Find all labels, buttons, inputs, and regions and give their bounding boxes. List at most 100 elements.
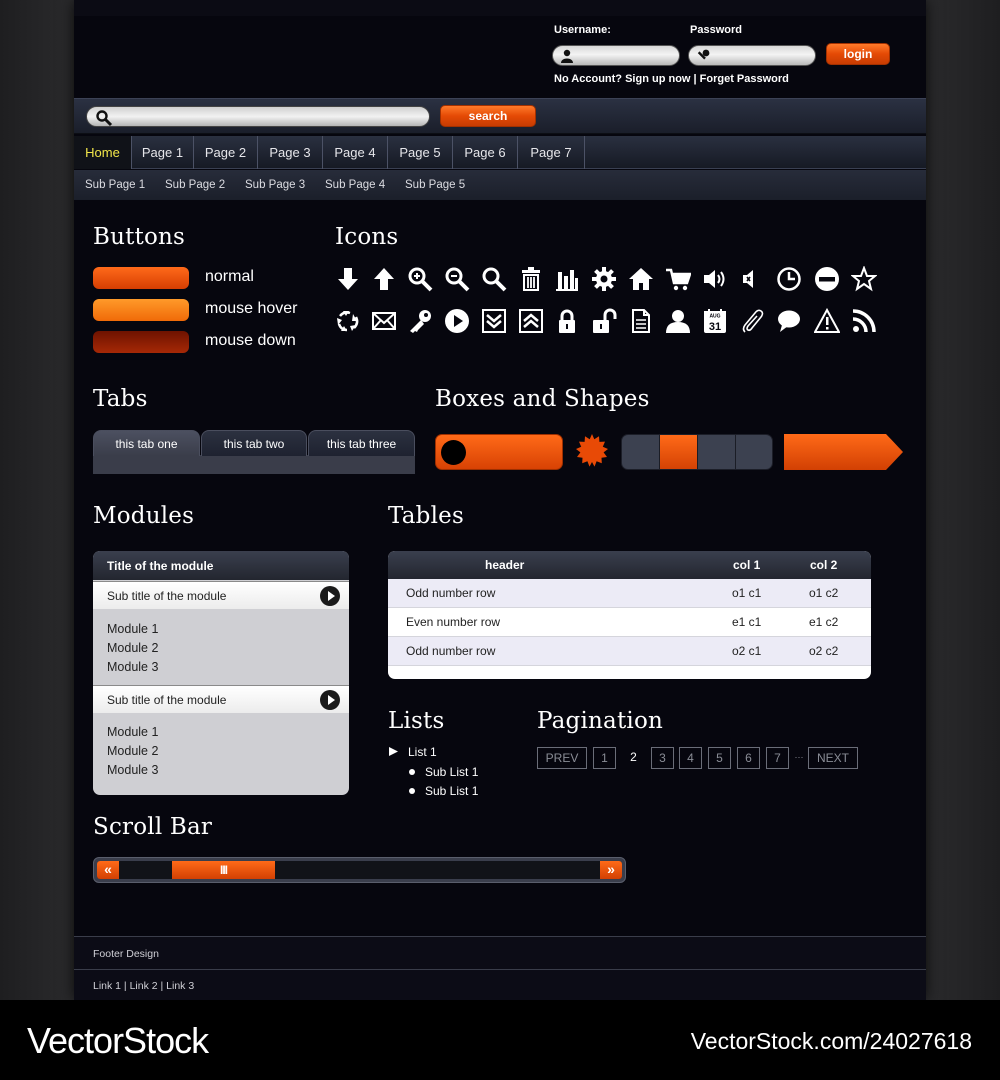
nav-item-page-4[interactable]: Page 4 — [323, 136, 388, 169]
arrow-down-icon[interactable] — [335, 266, 361, 292]
module-item[interactable]: Module 1 — [107, 622, 158, 636]
password-field[interactable] — [688, 45, 816, 66]
zoom-in-icon[interactable] — [407, 266, 433, 292]
volume-icon[interactable] — [702, 266, 728, 292]
module-item[interactable]: Module 1 — [107, 725, 158, 739]
nav-item-page-1[interactable]: Page 1 — [132, 136, 194, 169]
page: Username: Password login No Account? Sig… — [74, 0, 926, 1000]
module-subtitle[interactable]: Sub title of the module — [93, 581, 349, 609]
play-icon[interactable] — [444, 308, 470, 334]
table-row: Even number row e1 c1 e1 c2 — [388, 608, 871, 637]
table-cell: o2 c2 — [809, 644, 839, 658]
user-icon[interactable] — [665, 308, 691, 334]
subnav-item-5[interactable]: Sub Page 5 — [405, 170, 465, 200]
module-item[interactable]: Module 3 — [107, 763, 158, 777]
table-cell: e1 c1 — [732, 615, 762, 629]
subnav-item-3[interactable]: Sub Page 3 — [245, 170, 305, 200]
button-down-sample[interactable] — [93, 331, 189, 353]
nav-item-page-2[interactable]: Page 2 — [194, 136, 258, 169]
lock-icon[interactable] — [554, 308, 580, 334]
key-icon[interactable] — [407, 308, 433, 334]
module-item[interactable]: Module 3 — [107, 660, 158, 674]
subnav-item-2[interactable]: Sub Page 2 — [165, 170, 225, 200]
double-up-icon[interactable] — [518, 308, 544, 334]
key-icon — [697, 49, 710, 60]
scrollbar[interactable]: « III » — [93, 857, 626, 883]
search-bar: search — [74, 98, 926, 134]
sub-list-item[interactable]: Sub List 1 — [425, 765, 478, 779]
page-link-3[interactable]: 3 — [651, 747, 674, 769]
bar-chart-icon[interactable] — [554, 266, 580, 292]
scroll-right-icon[interactable]: » — [600, 861, 622, 879]
orange-pill-shape — [435, 434, 563, 470]
module-subtitle[interactable]: Sub title of the module — [93, 685, 349, 713]
page-link-6[interactable]: 6 — [737, 747, 760, 769]
nav-item-page-5[interactable]: Page 5 — [388, 136, 453, 169]
footer-divider — [74, 969, 926, 970]
tab-three[interactable]: this tab three — [308, 430, 415, 456]
shapes-heading: Boxes and Shapes — [435, 386, 650, 412]
mute-icon[interactable] — [739, 266, 765, 292]
arrow-up-icon[interactable] — [371, 266, 397, 292]
module-item[interactable]: Module 2 — [107, 744, 158, 758]
search-icon[interactable] — [481, 266, 507, 292]
button-normal-sample[interactable] — [93, 267, 189, 289]
page-link-1[interactable]: 1 — [593, 747, 616, 769]
module-item[interactable]: Module 2 — [107, 641, 158, 655]
subnav-item-4[interactable]: Sub Page 4 — [325, 170, 385, 200]
table-cell: o1 c2 — [809, 586, 839, 600]
module-box: Title of the module Sub title of the mod… — [93, 551, 349, 795]
nav-item-page-6[interactable]: Page 6 — [453, 136, 518, 169]
star-icon[interactable] — [851, 266, 877, 292]
unlock-icon[interactable] — [591, 308, 617, 334]
double-down-icon[interactable] — [481, 308, 507, 334]
list-item[interactable]: List 1 — [408, 745, 437, 759]
next-button[interactable]: NEXT — [808, 747, 858, 769]
warning-icon[interactable] — [814, 308, 840, 334]
nav-item-page-3[interactable]: Page 3 — [258, 136, 323, 169]
chat-icon[interactable] — [776, 308, 802, 334]
scroll-left-icon[interactable]: « — [97, 861, 119, 879]
tab-one[interactable]: this tab one — [93, 430, 200, 456]
mail-icon[interactable] — [371, 308, 397, 334]
clock-icon[interactable] — [776, 266, 802, 292]
nav-item-home[interactable]: Home — [74, 136, 132, 169]
home-icon[interactable] — [628, 266, 654, 292]
footer-links[interactable]: Link 1 | Link 2 | Link 3 — [93, 980, 194, 992]
calendar-day: 31 — [709, 321, 721, 333]
search-button[interactable]: search — [440, 105, 536, 127]
trash-icon[interactable] — [518, 266, 544, 292]
zoom-out-icon[interactable] — [444, 266, 470, 292]
rss-icon[interactable] — [851, 308, 877, 334]
sub-list-item[interactable]: Sub List 1 — [425, 784, 478, 798]
login-button[interactable]: login — [826, 43, 890, 65]
paperclip-icon[interactable] — [739, 308, 765, 334]
tab-two[interactable]: this tab two — [201, 430, 307, 456]
subnav-item-1[interactable]: Sub Page 1 — [85, 170, 145, 200]
username-label: Username: — [554, 24, 611, 36]
table-row: Odd number row o1 c1 o1 c2 — [388, 579, 871, 608]
button-hover-sample[interactable] — [93, 299, 189, 321]
cart-icon[interactable] — [665, 266, 691, 292]
page-link-7[interactable]: 7 — [766, 747, 789, 769]
no-entry-icon[interactable] — [814, 266, 840, 292]
play-icon[interactable] — [320, 586, 340, 606]
search-input[interactable] — [86, 106, 430, 127]
nav-item-page-7[interactable]: Page 7 — [518, 136, 585, 169]
gear-icon[interactable] — [591, 266, 617, 292]
signup-links[interactable]: No Account? Sign up now | Forget Passwor… — [554, 73, 789, 85]
prev-button[interactable]: PREV — [537, 747, 587, 769]
tables-heading: Tables — [388, 503, 464, 529]
pill-dot — [441, 440, 466, 465]
calendar-icon[interactable]: AUG 31 — [702, 308, 728, 334]
play-icon[interactable] — [320, 690, 340, 710]
page-link-4[interactable]: 4 — [679, 747, 702, 769]
document-icon[interactable] — [628, 308, 654, 334]
recycle-icon[interactable] — [335, 308, 361, 334]
scrollbar-thumb[interactable]: III — [172, 861, 275, 879]
page-link-2-current[interactable]: 2 — [622, 747, 645, 769]
user-icon — [561, 49, 573, 63]
username-field[interactable] — [552, 45, 680, 66]
page-link-5[interactable]: 5 — [708, 747, 731, 769]
table-header-cell: header — [485, 558, 525, 572]
